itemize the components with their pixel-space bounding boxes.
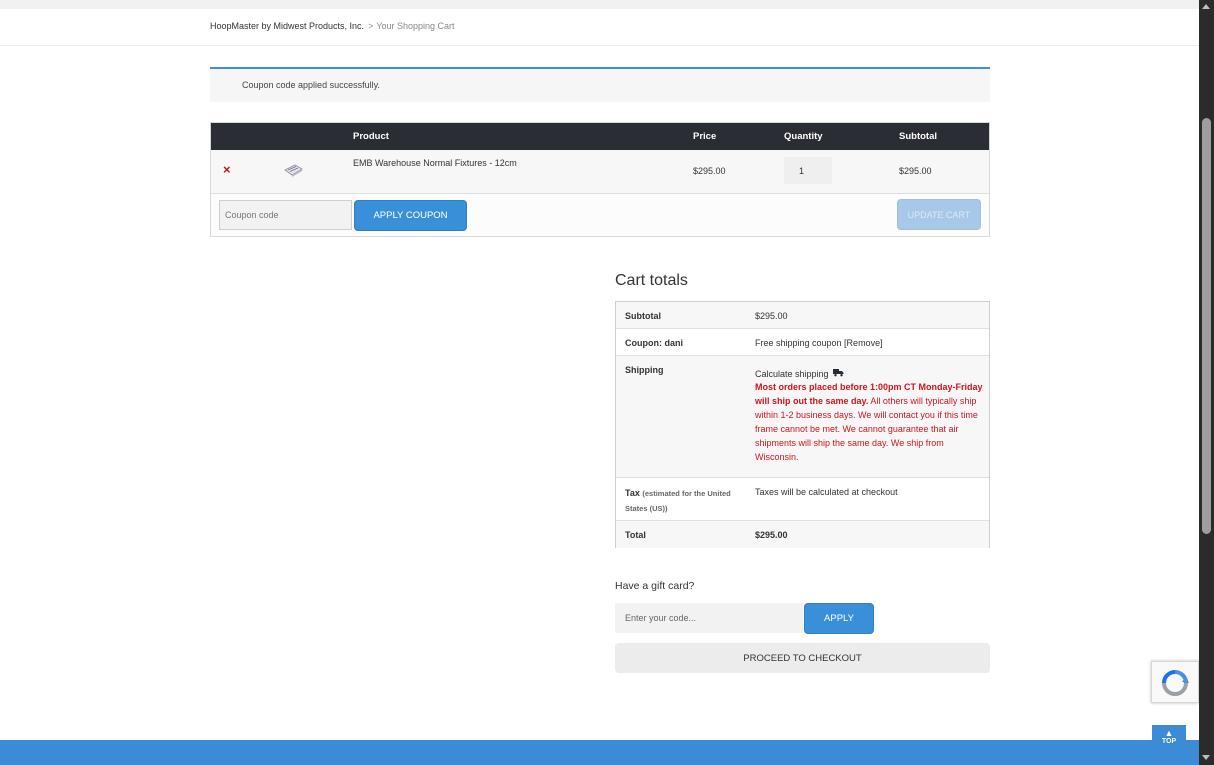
calculate-shipping-link[interactable]: Calculate shipping (755, 368, 844, 379)
proceed-to-checkout-button[interactable]: PROCEED TO CHECKOUT (615, 643, 990, 673)
subtotal-label: Subtotal (625, 311, 661, 321)
tax-note: (estimated for the United States (US)) (625, 489, 731, 513)
breadcrumb: HoopMaster by Midwest Products, Inc. > You… (210, 21, 455, 31)
breadcrumb-home-link[interactable]: HoopMaster by Midwest Products, Inc. (210, 21, 364, 31)
cart-totals-table: Subtotal $295.00 Coupon: dani Free shipp… (615, 301, 990, 548)
top-strip (0, 0, 1199, 9)
totals-row-subtotal: Subtotal $295.00 (616, 302, 989, 329)
header-divider (0, 45, 1199, 46)
shipping-label: Shipping (625, 365, 664, 375)
totals-row-shipping: Shipping Calculate shipping Most orders … (616, 356, 989, 478)
total-value: $295.00 (755, 530, 788, 540)
breadcrumb-current: Your Shopping Cart (376, 21, 455, 31)
column-header-price: Price (693, 131, 717, 142)
subtotal-value: $295.00 (755, 311, 788, 321)
gift-card-input[interactable] (615, 603, 803, 633)
tax-label: Tax (625, 488, 640, 498)
gift-card-label: Have a gift card? (615, 580, 695, 592)
totals-row-coupon: Coupon: dani Free shipping coupon [Remov… (616, 329, 989, 356)
back-to-top-label: TOP (1161, 738, 1177, 745)
remove-icon[interactable]: × (223, 162, 231, 177)
calculate-shipping-label: Calculate shipping (755, 369, 829, 379)
scroll-up-arrow[interactable] (1202, 4, 1210, 9)
product-subtotal: $295.00 (899, 166, 932, 176)
total-label: Total (625, 530, 646, 540)
product-thumbnail[interactable] (283, 162, 303, 178)
product-price: $295.00 (693, 166, 726, 176)
cart-table: Product Price Quantity Subtotal × EMB Wa… (210, 122, 990, 237)
scroll-down-arrow[interactable] (1202, 755, 1210, 760)
cart-item-row: × EMB Warehouse Normal Fixtures - 12cm $… (211, 150, 989, 194)
scrollbar[interactable] (1199, 0, 1214, 765)
scrollbar-thumb[interactable] (1202, 118, 1211, 534)
breadcrumb-separator: > (368, 21, 374, 31)
notice-message: Coupon code applied successfully. (242, 80, 380, 90)
truck-icon (832, 369, 844, 377)
column-header-quantity: Quantity (784, 131, 823, 142)
tax-label-group: Tax (estimated for the United States (US… (625, 486, 745, 516)
cart-totals-title: Cart totals (615, 272, 688, 289)
cart-actions: APPLY COUPON UPDATE CART (211, 194, 989, 236)
totals-row-total: Total $295.00 (616, 521, 989, 548)
success-notice: Coupon code applied successfully. (210, 67, 990, 102)
cart-table-header: Product Price Quantity Subtotal (211, 123, 989, 150)
footer (0, 740, 1199, 765)
update-cart-button[interactable]: UPDATE CART (897, 199, 981, 230)
column-header-subtotal: Subtotal (899, 131, 937, 142)
shipping-notice: Most orders placed before 1:00pm CT Mond… (755, 380, 985, 464)
quantity-input[interactable] (784, 157, 832, 184)
totals-row-tax: Tax (estimated for the United States (US… (616, 478, 989, 521)
back-to-top-button[interactable]: ▲ TOP (1152, 725, 1186, 755)
product-name-link[interactable]: EMB Warehouse Normal Fixtures - 12cm (353, 158, 517, 168)
coupon-label: Coupon: dani (625, 338, 683, 348)
apply-coupon-button[interactable]: APPLY COUPON (354, 200, 467, 231)
recaptcha-badge[interactable] (1151, 661, 1199, 703)
coupon-value[interactable]: Free shipping coupon [Remove] (755, 338, 883, 348)
chevron-up-icon: ▲ (1164, 728, 1174, 738)
recaptcha-logo-icon (1162, 670, 1189, 696)
column-header-product: Product (353, 131, 389, 142)
tax-value: Taxes will be calculated at checkout (755, 487, 898, 497)
apply-gift-card-button[interactable]: APPLY (804, 603, 874, 634)
coupon-code-input[interactable] (219, 200, 352, 230)
